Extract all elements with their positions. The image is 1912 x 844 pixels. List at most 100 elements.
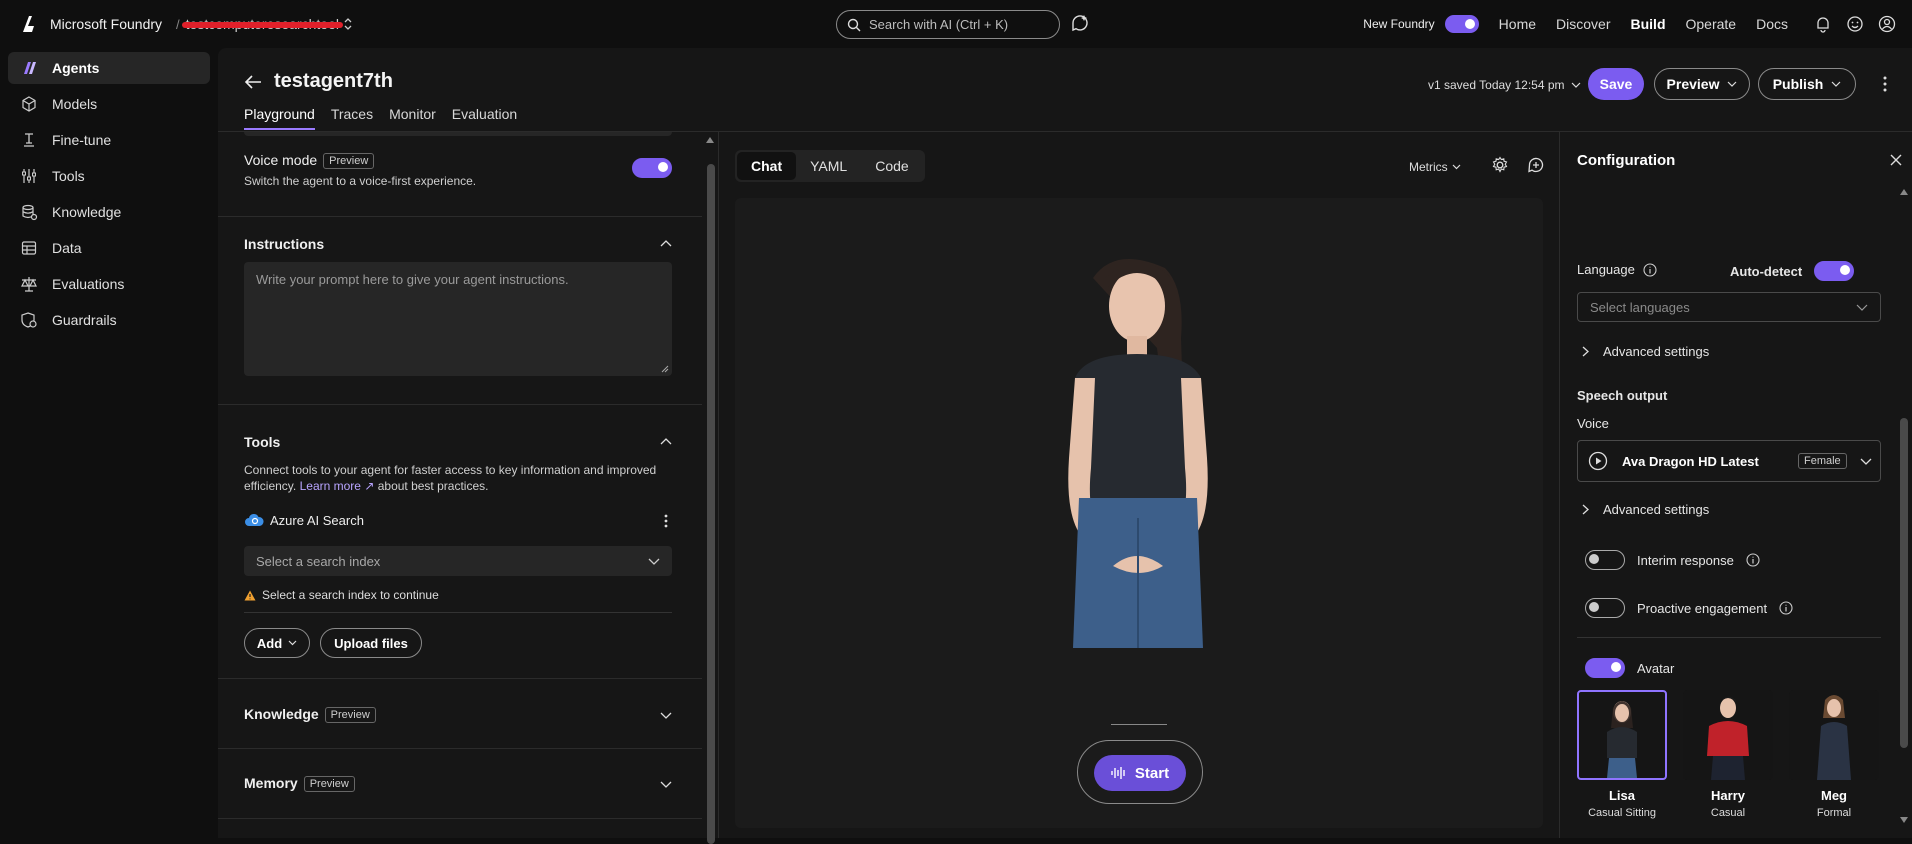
voice-select[interactable]: Ava Dragon HD Latest Female	[1577, 440, 1881, 482]
nav-build[interactable]: Build	[1631, 16, 1666, 32]
preview-button[interactable]: Preview	[1654, 68, 1750, 100]
scroll-up-icon[interactable]	[1899, 188, 1909, 196]
voice-mode-desc: Switch the agent to a voice-first experi…	[244, 174, 477, 189]
smiley-icon[interactable]	[1846, 15, 1864, 33]
chat-sparkle-icon[interactable]	[1070, 13, 1090, 33]
chevron-down-icon	[1571, 82, 1580, 88]
nav-discover[interactable]: Discover	[1556, 16, 1610, 32]
language-label: Language	[1577, 262, 1635, 277]
project-selector[interactable]: testcomputeresearchtool	[181, 16, 343, 32]
tab-chat[interactable]: Chat	[737, 152, 797, 180]
sidebar-item-fine-tune[interactable]: Fine-tune	[8, 124, 210, 156]
back-arrow-icon[interactable]	[244, 74, 262, 90]
voice-label: Voice	[1577, 416, 1609, 431]
chevron-down-icon	[648, 558, 660, 565]
avatar-stage: Start	[735, 198, 1543, 828]
avatar-name: Harry	[1711, 788, 1745, 803]
new-foundry-toggle[interactable]	[1444, 15, 1479, 33]
settings-gear-icon[interactable]	[1491, 156, 1509, 174]
avatar-thumbnail	[1789, 690, 1879, 780]
sidebar-item-knowledge[interactable]: Knowledge	[8, 196, 210, 228]
search-box[interactable]: Search with AI (Ctrl + K)	[836, 10, 1060, 39]
external-link-icon: ↗	[364, 479, 375, 493]
search-index-select[interactable]: Select a search index	[244, 546, 672, 576]
sidebar-item-models[interactable]: Models	[8, 88, 210, 120]
more-options-icon[interactable]	[1882, 76, 1888, 92]
chevron-right-icon	[1582, 346, 1589, 357]
config-scrollbar[interactable]	[1896, 84, 1912, 823]
tool-more-icon[interactable]	[664, 514, 668, 528]
avatar-card-lisa[interactable]: Lisa Casual Sitting	[1577, 690, 1667, 819]
publish-button[interactable]: Publish	[1758, 68, 1856, 100]
sidebar-item-agents[interactable]: Agents	[8, 52, 210, 84]
avatar-toggle[interactable]	[1585, 658, 1625, 678]
instructions-placeholder: Write your prompt here to give your agen…	[256, 272, 569, 287]
voice-mode-section: Voice mode Preview Switch the agent to a …	[244, 152, 672, 189]
metrics-dropdown[interactable]: Metrics	[1409, 160, 1461, 174]
advanced-settings-label: Advanced settings	[1603, 344, 1710, 359]
knowledge-section[interactable]: Knowledge Preview	[244, 706, 672, 724]
instructions-section: Instructions	[244, 236, 672, 252]
interim-response-label: Interim response	[1637, 552, 1734, 568]
add-tool-button[interactable]: Add	[244, 628, 310, 658]
knowledge-icon	[22, 204, 38, 221]
warning-icon	[244, 590, 256, 600]
memory-section[interactable]: Memory Preview	[244, 775, 672, 793]
sidebar-item-guardrails[interactable]: Guardrails	[8, 304, 210, 336]
nav-home[interactable]: Home	[1499, 16, 1536, 32]
voice-mode-title: Voice mode	[244, 152, 318, 168]
chevron-up-icon[interactable]	[660, 438, 672, 445]
sidebar-item-data[interactable]: Data	[8, 232, 210, 264]
tab-playground[interactable]: Playground	[244, 106, 315, 130]
play-icon[interactable]	[1588, 451, 1608, 471]
breadcrumb-separator: /	[176, 16, 180, 32]
tab-code[interactable]: Code	[861, 152, 922, 180]
advanced-settings-toggle-2[interactable]: Advanced settings	[1582, 502, 1709, 517]
upload-files-button[interactable]: Upload files	[320, 628, 422, 658]
chevron-updown-icon[interactable]	[343, 17, 353, 31]
voice-mode-toggle[interactable]	[632, 158, 672, 178]
interim-response-toggle[interactable]	[1585, 550, 1625, 570]
left-panel-scrollbar[interactable]	[702, 132, 718, 844]
version-selector[interactable]: v1 saved Today 12:54 pm	[1428, 78, 1581, 92]
scroll-up-icon[interactable]	[705, 136, 715, 144]
preview-badge: Preview	[324, 707, 376, 724]
auto-detect-toggle[interactable]	[1814, 261, 1855, 281]
languages-select[interactable]: Select languages	[1577, 292, 1881, 322]
avatar-meg-image	[1817, 695, 1851, 780]
proactive-engagement-toggle[interactable]	[1585, 598, 1625, 618]
search-icon	[847, 18, 861, 31]
tab-yaml[interactable]: YAML	[796, 152, 861, 180]
tab-traces[interactable]: Traces	[331, 106, 373, 130]
learn-more-link[interactable]: Learn more	[300, 479, 361, 493]
chevron-down-icon[interactable]	[660, 712, 672, 719]
bell-icon[interactable]	[1814, 15, 1832, 33]
chevron-down-icon[interactable]	[660, 781, 672, 788]
tab-evaluation[interactable]: Evaluation	[452, 106, 517, 130]
scroll-thumb[interactable]	[707, 164, 715, 844]
warning-text: Select a search index to continue	[262, 588, 439, 602]
tab-monitor[interactable]: Monitor	[389, 106, 436, 130]
sidebar-item-tools[interactable]: Tools	[8, 160, 210, 192]
new-chat-icon[interactable]	[1527, 156, 1545, 174]
sidebar-item-evaluations[interactable]: Evaluations	[8, 268, 210, 300]
sidebar-item-label: Evaluations	[52, 276, 125, 292]
avatar-card-meg[interactable]: Meg Formal	[1789, 690, 1879, 819]
start-voice-button[interactable]: Start	[1094, 755, 1186, 791]
resize-handle-icon[interactable]	[661, 365, 669, 373]
account-icon[interactable]	[1878, 15, 1896, 33]
info-icon[interactable]	[1779, 601, 1793, 615]
nav-docs[interactable]: Docs	[1756, 16, 1788, 32]
brand[interactable]: Microsoft Foundry	[20, 14, 162, 34]
info-icon[interactable]	[1643, 262, 1657, 277]
avatar-card-harry[interactable]: Harry Casual	[1683, 690, 1773, 819]
save-button[interactable]: Save	[1588, 68, 1644, 100]
scroll-down-icon[interactable]	[1899, 816, 1909, 824]
info-icon[interactable]	[1746, 553, 1760, 567]
chevron-up-icon[interactable]	[660, 240, 672, 247]
scroll-thumb[interactable]	[1900, 418, 1908, 748]
nav-operate[interactable]: Operate	[1686, 16, 1737, 32]
advanced-settings-toggle-1[interactable]: Advanced settings	[1582, 344, 1709, 359]
azure-search-cloud-icon	[245, 513, 264, 526]
instructions-textarea[interactable]: Write your prompt here to give your agen…	[244, 262, 672, 376]
